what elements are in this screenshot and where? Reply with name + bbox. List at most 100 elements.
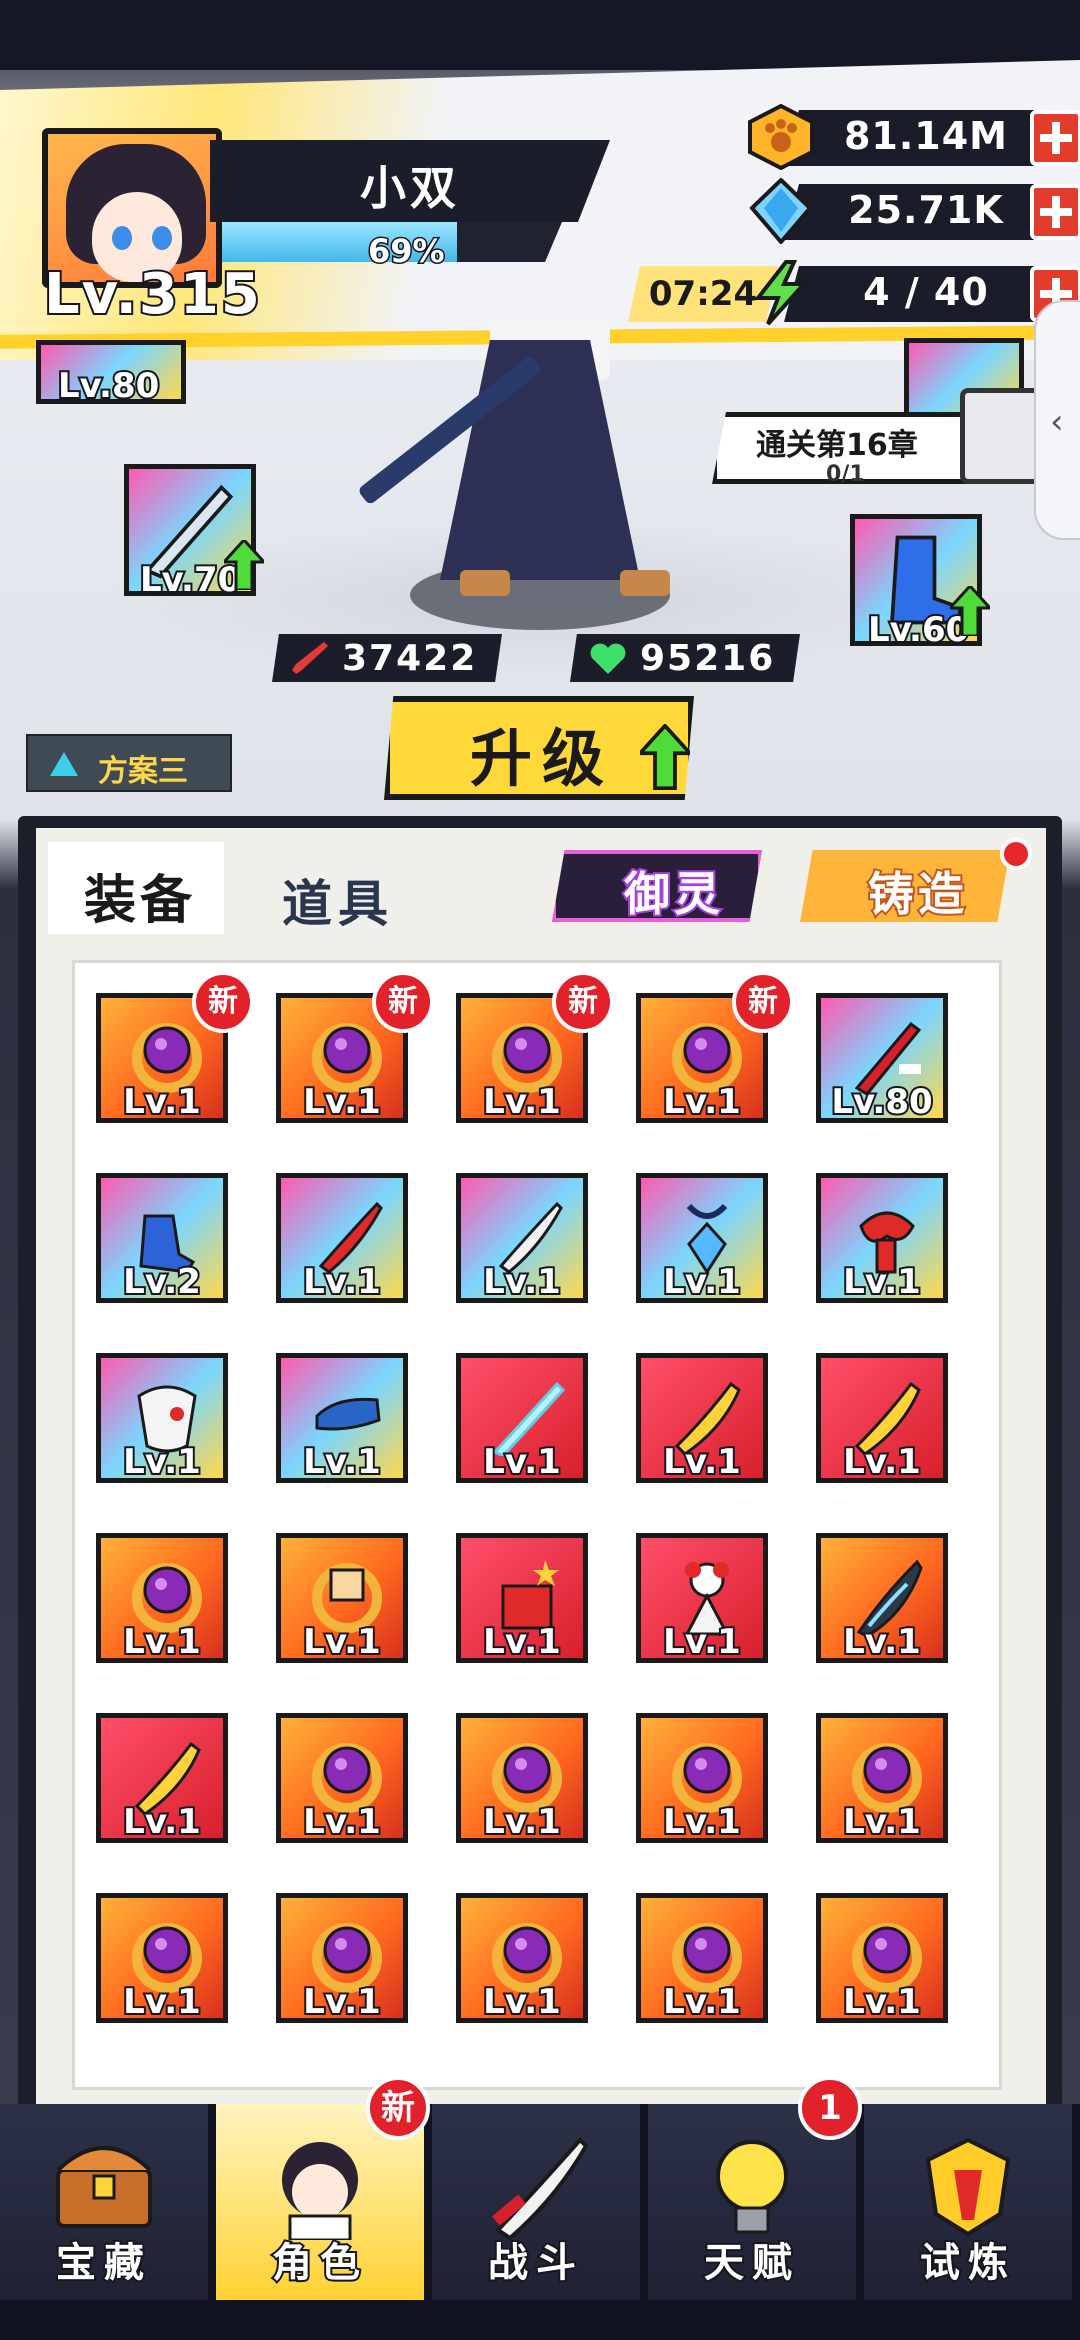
new-badge: 新	[552, 971, 614, 1033]
upgrade-arrow-icon	[640, 724, 690, 790]
plan-selector-button[interactable]: 方案三	[26, 734, 232, 792]
forge-label: 铸造	[866, 865, 968, 923]
tab-items[interactable]: 道具	[282, 864, 394, 936]
nav-label: 宝藏	[54, 2238, 152, 2288]
nav-treasure[interactable]: 宝藏	[0, 2104, 212, 2300]
nav-label: 角色	[270, 2238, 368, 2288]
nav-battle[interactable]: 战斗	[432, 2104, 644, 2300]
energy-resource: 4 / 40	[746, 260, 1080, 326]
inventory-item[interactable]: Lv.1	[816, 1173, 948, 1303]
nav-trial[interactable]: 试炼	[864, 2104, 1076, 2300]
inventory-item[interactable]: Lv.1	[816, 1713, 948, 1843]
inventory-item[interactable]: Lv.1	[276, 1533, 408, 1663]
game-screen: Lv.315 小双 69% 81.14M 25.71K 07:24 4 / 40	[0, 0, 1080, 2340]
item-level: Lv.1	[481, 1260, 563, 1302]
inventory-item[interactable]: Lv.1	[456, 1713, 588, 1843]
item-level: Lv.1	[841, 1980, 923, 2022]
add-gem-button[interactable]	[1030, 184, 1080, 240]
inventory-item[interactable]: Lv.2	[96, 1173, 228, 1303]
upgrade-label: 升级	[470, 722, 615, 795]
gem-value: 25.71K	[848, 188, 1004, 232]
player-level: Lv.315	[42, 260, 262, 329]
inventory-item[interactable]: Lv.1	[636, 1893, 768, 2023]
player-name: 小双	[360, 161, 460, 215]
inventory-item[interactable]: Lv.1	[456, 1173, 588, 1303]
item-level: Lv.1	[121, 1620, 203, 1662]
character-icon	[282, 2142, 358, 2240]
chapter-progress: 0/1	[826, 462, 865, 487]
inventory-item[interactable]: Lv.1	[456, 1353, 588, 1483]
item-level: Lv.1	[661, 1260, 743, 1302]
item-level: Lv.1	[481, 1800, 563, 1842]
item-level: Lv.1	[301, 1260, 383, 1302]
item-level: Lv.1	[661, 1980, 743, 2022]
nav-label: 试炼	[918, 2238, 1016, 2288]
upgrade-arrow-icon	[950, 586, 990, 636]
top-dark-band	[0, 0, 1080, 70]
lightbulb-icon	[716, 2140, 788, 2234]
attack-stat: 37422	[272, 634, 502, 682]
side-collapse-tab[interactable]: ‹	[1034, 300, 1080, 540]
item-level: Lv.1	[841, 1260, 923, 1302]
inventory-item[interactable]: Lv.1	[816, 1893, 948, 2023]
hp-value: 95216	[640, 638, 776, 679]
item-level: Lv.1	[481, 1080, 563, 1122]
spirit-label: 御灵	[622, 865, 724, 923]
item-level: Lv.1	[121, 1800, 203, 1842]
triangle-icon	[50, 752, 78, 776]
inventory-item[interactable]: Lv.1	[96, 1353, 228, 1483]
inventory-item[interactable]: Lv.1	[816, 1353, 948, 1483]
trial-helmet-icon	[925, 2137, 1011, 2237]
chevron-left-icon: ‹	[1050, 402, 1064, 442]
item-level: Lv.1	[841, 1620, 923, 1662]
inventory-item[interactable]: Lv.1	[456, 1893, 588, 2023]
inventory-item[interactable]: Lv.1	[636, 1533, 768, 1663]
inventory-item[interactable]: Lv.80	[816, 993, 948, 1123]
nav-label: 天赋	[702, 2238, 800, 2288]
item-level: Lv.1	[481, 1620, 563, 1662]
inventory-item[interactable]: Lv.1	[636, 1713, 768, 1843]
item-level: Lv.2	[121, 1260, 203, 1302]
equip-slot-top-left-level: Lv.80	[56, 364, 161, 408]
nav-badge: 1	[798, 2076, 862, 2140]
inventory-item[interactable]: Lv.1	[276, 1893, 408, 2023]
inventory-item[interactable]: Lv.1	[96, 1893, 228, 2023]
item-level: Lv.1	[301, 1080, 383, 1122]
item-level: Lv.80	[829, 1080, 934, 1122]
heart-icon	[590, 643, 626, 674]
inventory-item[interactable]: Lv.1	[276, 1173, 408, 1303]
inventory-item[interactable]: Lv.1	[456, 1533, 588, 1663]
diamond-icon	[749, 178, 813, 244]
nav-badge: 新	[366, 2076, 430, 2140]
inventory-item[interactable]: Lv.1	[276, 1713, 408, 1843]
item-level: Lv.1	[481, 1980, 563, 2022]
item-level: Lv.1	[301, 1800, 383, 1842]
character-figure[interactable]	[440, 340, 640, 580]
hp-stat: 95216	[570, 634, 800, 682]
item-level: Lv.1	[841, 1800, 923, 1842]
inventory-grid: Lv.1 新 Lv.1 新 Lv.1 新 Lv.1 新 Lv.80 Lv.2 Lv.1 Lv.1 Lv.…	[72, 960, 1002, 2090]
lightning-icon	[753, 260, 809, 326]
item-level: Lv.1	[481, 1440, 563, 1482]
inventory-item[interactable]: Lv.1	[96, 1533, 228, 1663]
item-level: Lv.1	[301, 1440, 383, 1482]
item-level: Lv.1	[661, 1620, 743, 1662]
gem-resource: 25.71K	[746, 178, 1080, 244]
inventory-item[interactable]: Lv.1	[276, 1353, 408, 1483]
add-gold-button[interactable]	[1030, 110, 1080, 166]
inventory-item[interactable]: Lv.1	[96, 1713, 228, 1843]
plan-label: 方案三	[98, 754, 188, 789]
energy-value: 4 / 40	[863, 270, 989, 314]
chapter-title: 通关第16章	[756, 428, 918, 463]
inventory-item[interactable]: Lv.1	[816, 1533, 948, 1663]
item-level: Lv.1	[661, 1440, 743, 1482]
item-level: Lv.1	[301, 1980, 383, 2022]
item-level: Lv.1	[121, 1080, 203, 1122]
inventory-item[interactable]: Lv.1	[636, 1353, 768, 1483]
new-badge: 新	[732, 971, 794, 1033]
inventory-item[interactable]: Lv.1	[636, 1173, 768, 1303]
item-level: Lv.1	[661, 1080, 743, 1122]
item-level: Lv.1	[121, 1440, 203, 1482]
xp-percent: 69%	[367, 231, 447, 272]
item-level: Lv.1	[121, 1980, 203, 2022]
